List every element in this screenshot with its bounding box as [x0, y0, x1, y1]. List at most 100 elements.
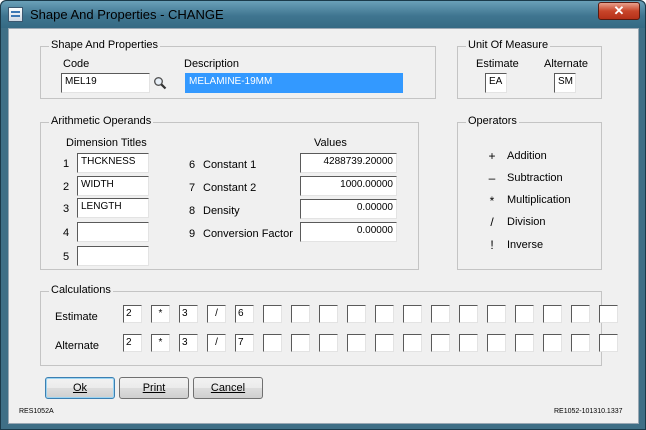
calc-alternate-cell-16[interactable]	[543, 334, 562, 352]
print-button[interactable]: Print	[119, 377, 189, 399]
app-icon	[8, 7, 23, 22]
calc-alternate-cell-2[interactable]: *	[151, 334, 170, 352]
inverse-symbol: !	[490, 238, 494, 252]
calc-alternate-cell-1[interactable]: 2	[123, 334, 142, 352]
calc-alternate-cell-8[interactable]	[319, 334, 338, 352]
const-9-number: 9	[189, 228, 196, 240]
dim-1-number: 1	[63, 158, 70, 170]
multiplication-label: Multiplication	[507, 194, 571, 206]
calc-alternate-cell-12[interactable]	[431, 334, 450, 352]
addition-symbol: +	[488, 149, 496, 163]
const-8-number: 8	[189, 205, 196, 217]
calc-alternate-cell-11[interactable]	[403, 334, 422, 352]
calc-estimate-cell-7[interactable]	[291, 305, 310, 323]
calc-alternate-cell-5[interactable]: 7	[235, 334, 254, 352]
const-7-number: 7	[189, 182, 196, 194]
const-6-label: Constant 1	[203, 159, 257, 171]
const-6-input[interactable]: 4288739.20000	[300, 153, 397, 173]
calc-estimate-cell-10[interactable]	[375, 305, 394, 323]
calc-estimate-cell-18[interactable]	[599, 305, 618, 323]
footer-version: RE1052-101310.1337	[554, 408, 623, 415]
cancel-button[interactable]: Cancel	[193, 377, 263, 399]
calc-alternate-cell-10[interactable]	[375, 334, 394, 352]
calc-estimate-cell-9[interactable]	[347, 305, 366, 323]
calc-alternate-label: Alternate	[55, 340, 100, 352]
calc-alternate-cell-13[interactable]	[459, 334, 478, 352]
inverse-label: Inverse	[507, 239, 544, 251]
division-label: Division	[507, 216, 546, 228]
alternate-uom-label: Alternate	[544, 58, 589, 70]
print-button-label: Print	[142, 382, 166, 394]
description-label: Description	[184, 58, 240, 70]
window-title: Shape And Properties - CHANGE	[30, 7, 224, 22]
operators-title: Operators	[466, 115, 519, 127]
dim-4-input[interactable]	[77, 222, 149, 242]
calc-alternate-cell-18[interactable]	[599, 334, 618, 352]
const-7-label: Constant 2	[203, 182, 257, 194]
unit-of-measure-title: Unit Of Measure	[466, 39, 551, 51]
calc-estimate-cell-4[interactable]: /	[207, 305, 226, 323]
ok-button-label: Ok	[72, 382, 88, 394]
calculations-title: Calculations	[49, 284, 113, 296]
subtraction-symbol: –	[488, 171, 496, 185]
operators-group: Operators + Addition – Subtraction * Mul…	[457, 115, 602, 270]
calc-alternate-cell-3[interactable]: 3	[179, 334, 198, 352]
calc-alternate-cell-7[interactable]	[291, 334, 310, 352]
calc-estimate-cell-3[interactable]: 3	[179, 305, 198, 323]
calc-estimate-cell-15[interactable]	[515, 305, 534, 323]
code-input[interactable]: MEL19	[61, 73, 150, 93]
shape-properties-title: Shape And Properties	[49, 39, 161, 51]
title-bar[interactable]: Shape And Properties - CHANGE ✕	[1, 1, 645, 28]
calc-alternate-cell-17[interactable]	[571, 334, 590, 352]
const-9-label: Conversion Factor	[203, 228, 293, 240]
values-header: Values	[314, 137, 347, 149]
ok-button[interactable]: Ok	[45, 377, 115, 399]
const-9-input[interactable]: 0.00000	[300, 222, 397, 242]
calc-alternate-cell-15[interactable]	[515, 334, 534, 352]
multiplication-symbol: *	[489, 194, 495, 208]
close-button[interactable]: ✕	[598, 2, 640, 20]
cancel-button-label: Cancel	[210, 382, 246, 394]
estimate-uom-label: Estimate	[476, 58, 519, 70]
const-7-input[interactable]: 1000.00000	[300, 176, 397, 196]
dimension-titles-header: Dimension Titles	[66, 137, 147, 149]
calc-estimate-cell-1[interactable]: 2	[123, 305, 142, 323]
calc-estimate-cell-13[interactable]	[459, 305, 478, 323]
calc-alternate-cell-14[interactable]	[487, 334, 506, 352]
code-label: Code	[63, 58, 90, 70]
calc-estimate-cell-6[interactable]	[263, 305, 282, 323]
unit-of-measure-group: Unit Of Measure Estimate EA Alternate SM	[457, 39, 602, 99]
calc-estimate-label: Estimate	[55, 311, 98, 323]
const-8-input[interactable]: 0.00000	[300, 199, 397, 219]
dim-5-input[interactable]	[77, 246, 149, 266]
estimate-uom-input[interactable]: EA	[485, 73, 507, 93]
dim-3-number: 3	[63, 203, 70, 215]
dim-4-number: 4	[63, 227, 70, 239]
calc-alternate-cell-4[interactable]: /	[207, 334, 226, 352]
calc-estimate-cell-14[interactable]	[487, 305, 506, 323]
dim-1-input[interactable]: THCKNESS	[77, 153, 149, 173]
addition-label: Addition	[507, 150, 547, 162]
dim-2-number: 2	[63, 181, 70, 193]
dim-3-input[interactable]: LENGTH	[77, 198, 149, 218]
alternate-uom-input[interactable]: SM	[554, 73, 576, 93]
calc-alternate-cell-6[interactable]	[263, 334, 282, 352]
calc-estimate-cell-17[interactable]	[571, 305, 590, 323]
application-window: Shape And Properties - CHANGE ✕ Shape An…	[0, 0, 646, 430]
calc-estimate-cell-8[interactable]	[319, 305, 338, 323]
footer-form-id: RES1052A	[19, 408, 54, 415]
calc-estimate-cell-12[interactable]	[431, 305, 450, 323]
calc-estimate-cell-2[interactable]: *	[151, 305, 170, 323]
search-icon[interactable]	[153, 76, 167, 90]
const-8-label: Density	[203, 205, 240, 217]
dim-2-input[interactable]: WIDTH	[77, 176, 149, 196]
arithmetic-operands-title: Arithmetic Operands	[49, 115, 154, 127]
description-input[interactable]: MELAMINE-19MM	[185, 73, 403, 93]
calc-estimate-cell-11[interactable]	[403, 305, 422, 323]
calc-estimate-cell-16[interactable]	[543, 305, 562, 323]
division-symbol: /	[490, 215, 494, 229]
shape-properties-group: Shape And Properties Code MEL19 Descript…	[40, 39, 436, 99]
subtraction-label: Subtraction	[507, 172, 563, 184]
calc-alternate-cell-9[interactable]	[347, 334, 366, 352]
calc-estimate-cell-5[interactable]: 6	[235, 305, 254, 323]
